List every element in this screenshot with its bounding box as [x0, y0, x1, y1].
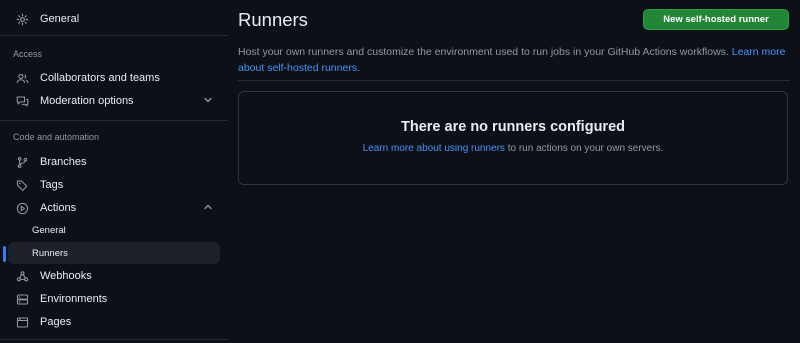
empty-state-title: There are no runners configured	[401, 119, 625, 135]
active-indicator	[3, 246, 6, 262]
sidebar-item-label: Moderation options	[40, 95, 134, 107]
new-self-hosted-runner-button[interactable]: New self-hosted runner	[643, 9, 789, 30]
comment-discussion-icon	[15, 94, 29, 108]
sidebar-divider	[0, 35, 228, 36]
sidebar-item-environments[interactable]: Environments	[8, 287, 220, 311]
sidebar-item-webhooks[interactable]: Webhooks	[8, 264, 220, 288]
sidebar-item-label: Environments	[40, 293, 108, 305]
section-heading-access: Access	[13, 49, 43, 59]
header-divider	[238, 80, 790, 81]
sidebar-item-label: Actions	[40, 202, 77, 214]
tag-icon	[15, 178, 29, 192]
sidebar-item-label: Pages	[40, 316, 72, 328]
chevron-up-icon[interactable]	[202, 201, 214, 213]
chevron-down-icon[interactable]	[202, 94, 214, 106]
sidebar-item-label: Webhooks	[40, 270, 92, 282]
webhook-icon	[15, 269, 29, 283]
sidebar-item-actions[interactable]: Actions	[8, 196, 220, 220]
description-period: .	[357, 62, 360, 74]
sidebar-item-branches[interactable]: Branches	[8, 150, 220, 174]
sidebar-item-label: Collaborators and teams	[40, 72, 160, 84]
learn-more-runners-link[interactable]: Learn more about using runners	[363, 143, 505, 154]
browser-icon	[15, 315, 29, 329]
people-icon	[15, 71, 29, 85]
sidebar-item-label: Branches	[40, 156, 87, 168]
empty-state-text: Learn more about using runners to run ac…	[239, 143, 787, 154]
sidebar-item-general[interactable]: General	[8, 7, 220, 31]
sidebar-item-pages[interactable]: Pages	[8, 310, 220, 334]
sidebar-item-moderation[interactable]: Moderation options	[8, 89, 220, 113]
sidebar-item-collaborators[interactable]: Collaborators and teams	[8, 66, 220, 90]
settings-sidebar: General Access Collaborators and teams M…	[0, 0, 228, 343]
sidebar-subitem-label: General	[32, 224, 66, 236]
sidebar-item-tags[interactable]: Tags	[8, 173, 220, 197]
description-text: Host your own runners and customize the …	[238, 46, 729, 58]
page-title: Runners	[238, 9, 308, 30]
server-icon	[15, 292, 29, 306]
sidebar-divider	[0, 339, 228, 340]
page-description: Host your own runners and customize the …	[238, 44, 790, 76]
sidebar-subitem-actions-general[interactable]: General	[8, 219, 220, 241]
sidebar-subitem-label: Runners	[32, 247, 68, 259]
section-heading-code: Code and automation	[13, 132, 100, 142]
empty-state-box: There are no runners configured Learn mo…	[238, 91, 788, 185]
empty-state-suffix: to run actions on your own servers.	[504, 143, 664, 154]
sidebar-item-label: General	[40, 13, 80, 25]
main-content: Runners New self-hosted runner Host your…	[238, 0, 790, 343]
gear-icon	[15, 12, 29, 26]
sidebar-item-label: Tags	[40, 179, 64, 191]
git-branch-icon	[15, 155, 29, 169]
sidebar-subitem-actions-runners[interactable]: Runners	[8, 242, 220, 264]
play-icon	[15, 201, 29, 215]
sidebar-divider	[0, 120, 228, 121]
